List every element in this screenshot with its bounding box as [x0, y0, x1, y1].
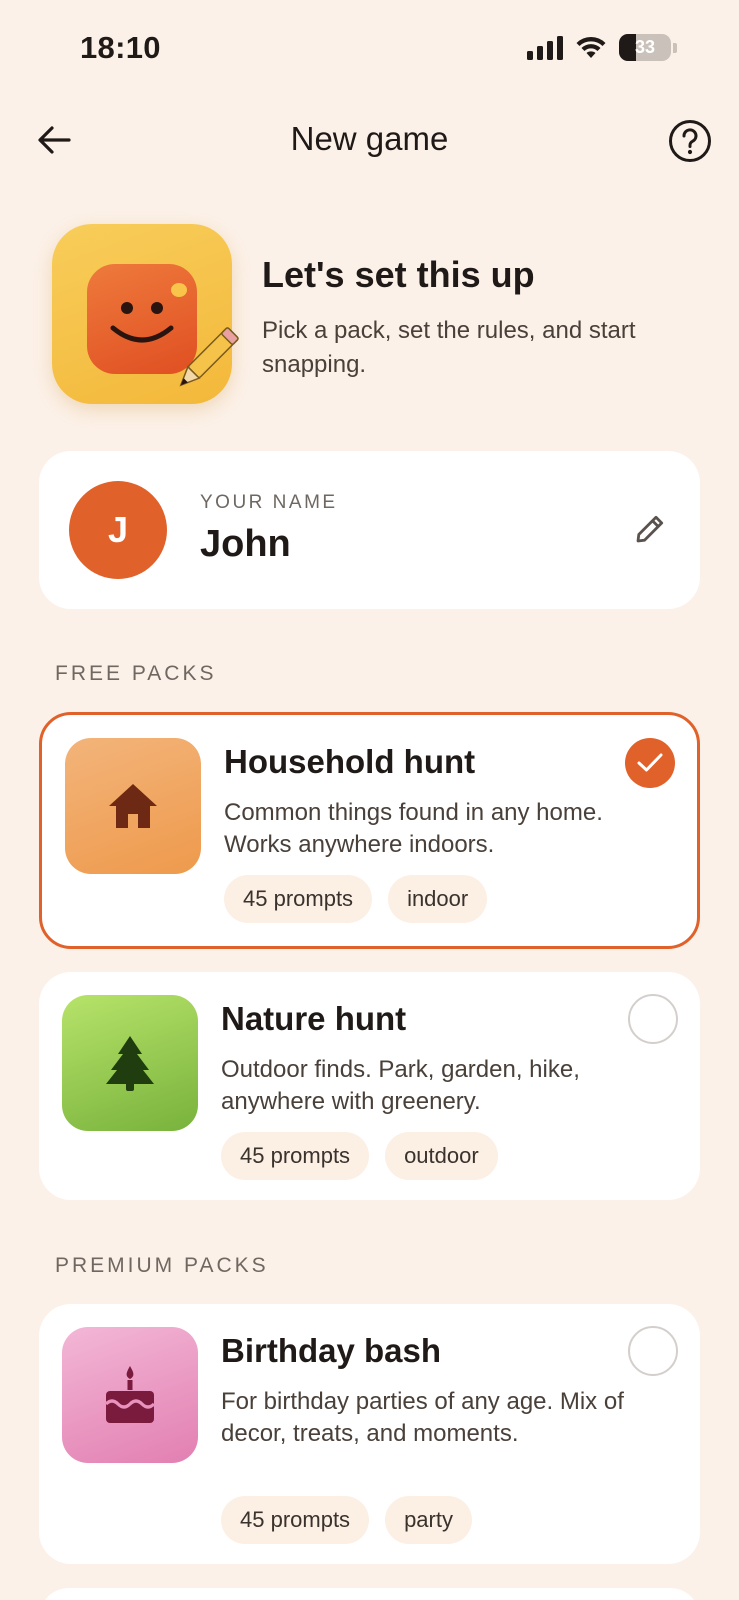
pack-icon-nature: [62, 995, 198, 1131]
status-bar: 18:10 33: [0, 0, 739, 100]
tag-category: outdoor: [385, 1132, 498, 1180]
help-button[interactable]: [667, 118, 713, 164]
pack-card-birthday-bash[interactable]: Birthday bash For birthday parties of an…: [39, 1304, 700, 1564]
edit-name-button[interactable]: [630, 509, 670, 549]
house-icon: [109, 784, 157, 828]
pack-description: For birthday parties of any age. Mix of …: [221, 1388, 624, 1447]
tag-prompt-count: 45 prompts: [221, 1496, 370, 1544]
tag-prompt-count: 45 prompts: [221, 1132, 370, 1180]
tree-icon: [106, 1036, 154, 1091]
battery-nub: [673, 42, 677, 53]
pack-select-radio[interactable]: [628, 1326, 678, 1376]
pack-tags: 45 prompts outdoor: [221, 1132, 498, 1180]
pack-select-radio[interactable]: [628, 994, 678, 1044]
pack-card-partial[interactable]: [39, 1588, 700, 1600]
help-circle-icon: [669, 120, 711, 162]
pack-card-household-hunt[interactable]: Household hunt Common things found in an…: [39, 712, 700, 949]
wifi-icon: [576, 36, 606, 58]
pack-card-nature-hunt[interactable]: Nature hunt Outdoor finds. Park, garden,…: [39, 972, 700, 1200]
pack-icon-household: [65, 738, 201, 874]
name-label: YOUR NAME: [200, 492, 338, 513]
pencil-edit-icon: [636, 515, 664, 543]
hero-subtitle: Pick a pack, set the rules, and start sn…: [262, 317, 636, 378]
section-label-premium-packs: PREMIUM PACKS: [55, 1254, 269, 1277]
pack-title: Nature hunt: [221, 1000, 407, 1037]
pack-tags: 45 prompts party: [221, 1496, 472, 1544]
pack-description: Outdoor finds. Park, garden, hike, anywh…: [221, 1056, 580, 1115]
cellular-signal-icon: [527, 35, 563, 60]
status-icons: 33: [527, 34, 677, 61]
section-label-free-packs: FREE PACKS: [55, 662, 217, 685]
checkmark-icon: [637, 753, 663, 772]
pack-title: Birthday bash: [221, 1332, 442, 1369]
avatar: J: [69, 481, 167, 579]
cake-icon: [104, 1366, 156, 1423]
battery-percent: 33: [634, 37, 656, 57]
page-title: New game: [290, 120, 449, 157]
pack-select-radio[interactable]: [625, 738, 675, 788]
hero-title: Let's set this up: [262, 254, 535, 295]
pack-tags: 45 prompts indoor: [224, 875, 488, 923]
tag-category: party: [385, 1496, 472, 1544]
app-mascot-icon: [52, 224, 239, 404]
new-game-screen: 18:10 33 New game Let's set this up Pick…: [0, 0, 739, 1600]
player-name-card[interactable]: J YOUR NAME John: [39, 451, 700, 609]
pack-title: Household hunt: [224, 743, 476, 780]
status-time: 18:10: [80, 30, 161, 65]
player-name: John: [200, 523, 291, 565]
pencil-icon: [179, 327, 239, 387]
tag-category: indoor: [388, 875, 488, 923]
tag-prompt-count: 45 prompts: [224, 875, 373, 923]
pack-icon-birthday: [62, 1327, 198, 1463]
pack-description: Common things found in any home. Works a…: [224, 799, 603, 858]
battery-icon: 33: [619, 34, 671, 61]
battery-indicator: 33: [619, 34, 677, 61]
